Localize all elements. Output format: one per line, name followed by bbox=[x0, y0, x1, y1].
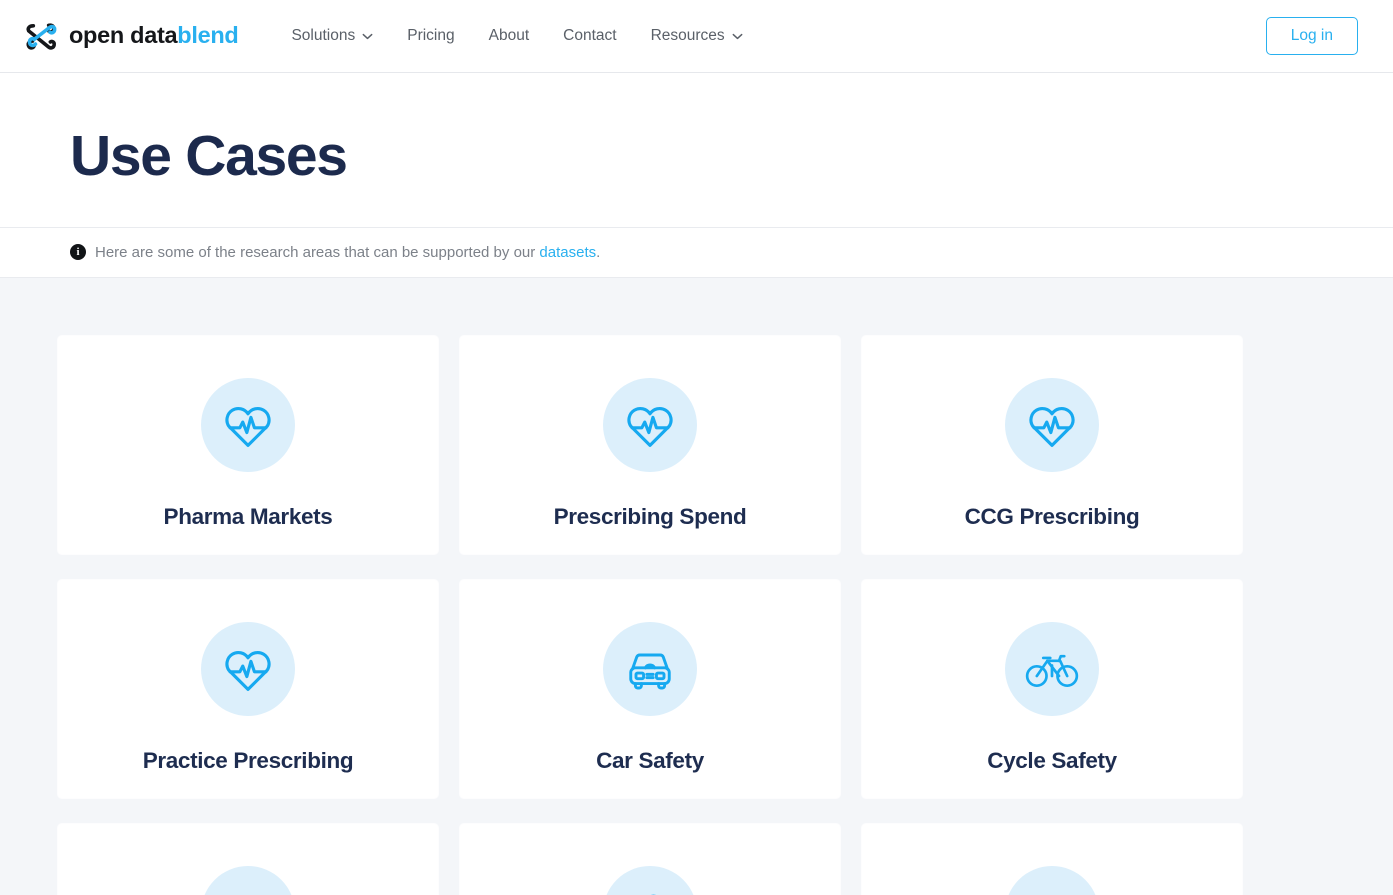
datasets-link[interactable]: datasets bbox=[539, 244, 596, 261]
heart-pulse-icon bbox=[225, 650, 271, 691]
nav-label: Resources bbox=[650, 27, 725, 44]
use-case-card[interactable] bbox=[861, 822, 1243, 895]
login-button[interactable]: Log in bbox=[1265, 17, 1358, 55]
card-icon-wrap bbox=[603, 621, 697, 716]
info-icon: i bbox=[70, 244, 86, 261]
use-cases-section: Pharma Markets Prescribing Spend CCG Pre… bbox=[0, 278, 1393, 895]
card-title: Prescribing Spend bbox=[553, 503, 747, 529]
card-title: CCG Prescribing bbox=[964, 503, 1140, 529]
card-icon-wrap bbox=[1005, 621, 1099, 716]
card-title: Practice Prescribing bbox=[142, 747, 354, 773]
use-cases-grid: Pharma Markets Prescribing Spend CCG Pre… bbox=[57, 334, 1243, 895]
nav-label: About bbox=[488, 27, 530, 44]
nav-item-solutions[interactable]: Solutions bbox=[274, 19, 390, 53]
card-icon-wrap bbox=[603, 865, 697, 895]
info-banner-text: Here are some of the research areas that… bbox=[95, 244, 600, 261]
person-icon bbox=[650, 894, 657, 895]
card-title: Pharma Markets bbox=[163, 503, 333, 529]
card-icon-wrap bbox=[201, 377, 295, 472]
nav-label: Pricing bbox=[407, 27, 455, 44]
bicycle-icon bbox=[1025, 654, 1079, 687]
info-text-before: Here are some of the research areas that… bbox=[95, 243, 540, 261]
hero-section: Use Cases bbox=[0, 73, 1393, 227]
brand-word-secondary: blend bbox=[177, 22, 239, 49]
brand-text: open datablend bbox=[69, 22, 239, 49]
use-case-card[interactable]: Car Safety bbox=[459, 578, 841, 799]
heart-pulse-icon bbox=[1029, 406, 1075, 447]
heart-pulse-icon bbox=[225, 406, 271, 447]
card-icon-wrap bbox=[1005, 865, 1099, 895]
card-title: Car Safety bbox=[596, 747, 704, 773]
use-case-card[interactable]: Pharma Markets bbox=[57, 334, 439, 555]
card-icon-wrap bbox=[603, 377, 697, 472]
blend-logo-icon bbox=[26, 23, 57, 50]
nav-item-contact[interactable]: Contact bbox=[546, 19, 633, 53]
use-case-card[interactable] bbox=[459, 822, 841, 895]
use-case-card[interactable]: Practice Prescribing bbox=[57, 578, 439, 799]
card-icon-wrap bbox=[201, 621, 295, 716]
brand-logo-link[interactable]: open datablend bbox=[24, 19, 239, 53]
page-title: Use Cases bbox=[70, 124, 348, 188]
use-case-card[interactable]: CCG Prescribing bbox=[861, 334, 1243, 555]
use-case-card[interactable]: Prescribing Spend bbox=[459, 334, 841, 555]
nav-item-pricing[interactable]: Pricing bbox=[390, 19, 471, 53]
brand-word-primary: open data bbox=[69, 22, 178, 49]
info-banner: i Here are some of the research areas th… bbox=[0, 226, 1393, 278]
nav-label: Solutions bbox=[291, 27, 356, 44]
site-header: open datablend Solutions Pricing About C… bbox=[0, 0, 1393, 73]
chart-line-icon bbox=[220, 885, 276, 895]
nav-label: Contact bbox=[563, 27, 617, 44]
nav-item-about[interactable]: About bbox=[472, 19, 547, 53]
card-icon-wrap bbox=[1005, 377, 1099, 472]
chevron-down-icon bbox=[362, 33, 373, 39]
card-icon-wrap bbox=[201, 865, 295, 895]
card-title: Cycle Safety bbox=[987, 747, 1117, 773]
chevron-down-icon bbox=[732, 33, 743, 39]
header-actions: Log in bbox=[1265, 17, 1358, 55]
info-text-after: . bbox=[596, 243, 601, 261]
heart-pulse-icon bbox=[627, 406, 673, 447]
nav-item-resources[interactable]: Resources bbox=[634, 19, 760, 53]
use-case-card[interactable] bbox=[57, 822, 439, 895]
use-case-card[interactable]: Cycle Safety bbox=[861, 578, 1243, 799]
main-nav: Solutions Pricing About Contact Resource… bbox=[274, 19, 759, 53]
rounded-rect-icon bbox=[1024, 885, 1080, 895]
car-front-icon bbox=[629, 653, 671, 690]
